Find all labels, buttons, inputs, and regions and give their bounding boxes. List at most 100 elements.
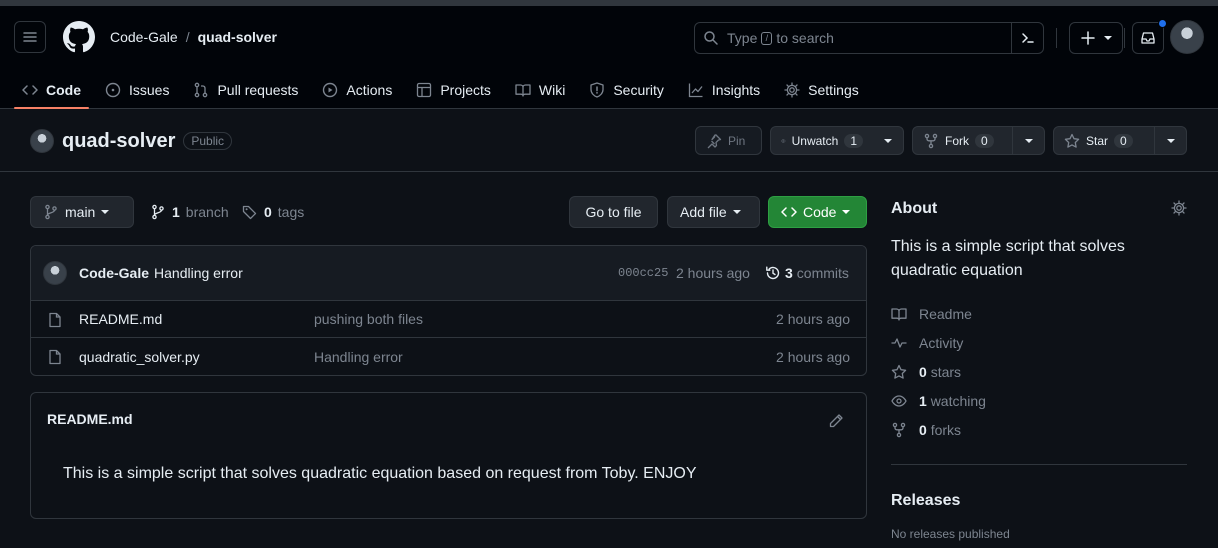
watch-dropdown[interactable] [873,127,903,154]
tab-wiki[interactable]: Wiki [507,70,573,109]
issue-icon [105,82,121,97]
pulse-icon [891,337,907,348]
about-sidebar: About This is a simple script that solve… [891,200,1187,541]
visibility-badge: Public [183,132,233,150]
activity-link[interactable]: Activity [891,328,1187,357]
pin-label: Pin [728,133,746,148]
tab-label: Projects [440,81,491,98]
fork-icon [892,422,906,437]
tab-label: Pull requests [217,81,299,98]
shield-icon [590,81,604,98]
tab-settings[interactable]: Settings [776,70,867,109]
breadcrumb-repo-link[interactable]: quad-solver [198,29,277,45]
tab-issues[interactable]: Issues [97,70,177,109]
star-count: 0 [1114,133,1133,148]
file-name[interactable]: README.md [79,311,162,327]
star-dropdown[interactable] [1154,127,1186,154]
stars-label: stars [930,363,962,380]
breadcrumb-owner-link[interactable]: Code-Gale [110,29,178,45]
file-name[interactable]: quadratic_solver.py [79,349,200,365]
commit-count: 3 [785,265,793,281]
stars-link[interactable]: 0 stars [891,357,1187,386]
repo-tabs: Code Issues Pull requests Actions Projec… [14,70,875,109]
pin-icon [707,133,722,148]
file-commit-message[interactable]: Handling error [314,349,403,365]
readme-panel: README.md This is a simple script that s… [30,392,867,519]
inbox-button[interactable] [1132,19,1167,54]
user-avatar[interactable] [1170,20,1204,54]
file-commit-time: 2 hours ago [776,348,850,365]
star-icon [1064,133,1080,148]
pin-button[interactable]: Pin [695,126,762,155]
tab-label: Settings [808,81,859,98]
watching-count: 1 [919,392,927,409]
commit-author-avatar[interactable] [43,261,67,285]
table-icon [417,82,432,97]
releases-title[interactable]: Releases [891,492,1187,510]
search-placeholder-prefix: Type [727,30,758,46]
commit-history-link[interactable]: 3 commits [765,265,849,281]
file-row[interactable]: quadratic_solver.py Handling error 2 hou… [31,338,866,375]
repo-name[interactable]: quad-solver [62,130,175,153]
tab-insights[interactable]: Insights [680,70,768,109]
watchers-link[interactable]: 1 watching [891,386,1187,415]
commit-message[interactable]: Handling error [154,265,243,281]
tab-label: Actions [346,81,393,98]
stars-count: 0 [919,363,927,380]
header-divider [1056,28,1057,48]
app-header: Code-Gale / quad-solver Type / to search [0,6,1218,109]
tab-label: Wiki [538,81,566,98]
code-icon [22,84,38,95]
notification-dot [1158,19,1167,28]
owner-avatar[interactable] [30,129,54,153]
readme-link-label: Readme [919,305,972,322]
code-button-label: Code [803,204,837,220]
caret-down-icon [884,138,892,143]
pencil-icon[interactable] [828,413,844,429]
tab-pull-requests[interactable]: Pull requests [185,70,306,109]
tab-code[interactable]: Code [14,70,89,109]
file-commit-time: 2 hours ago [776,311,850,327]
activity-link-label: Activity [919,334,964,351]
about-title: About [891,200,938,217]
go-to-file-label: Go to file [585,204,642,220]
gear-icon [784,81,800,98]
file-row[interactable]: README.md pushing both files 2 hours ago [31,301,866,338]
menu-button[interactable] [14,21,46,53]
commit-sha[interactable]: 000cc25 [618,266,668,280]
book-icon [515,83,531,97]
branch-selector[interactable]: main [30,196,134,228]
commit-author[interactable]: Code-Gale [79,265,149,281]
readme-title[interactable]: README.md [47,411,133,427]
readme-link[interactable]: Readme [891,299,1187,328]
breadcrumb-separator: / [185,29,190,45]
go-to-file-button[interactable]: Go to file [569,196,658,228]
tags-link[interactable]: 0 tags [242,204,304,220]
tab-security[interactable]: Security [581,70,672,109]
star-button[interactable]: Star 0 [1053,126,1187,155]
eye-icon [781,138,786,143]
repo-main: main 1 branch 0 tags Go to file Add file… [0,172,1218,542]
forks-link[interactable]: 0 forks [891,415,1187,444]
tag-count-label: tags [277,204,305,220]
releases-empty-text: No releases published [891,527,1010,541]
code-button[interactable]: Code [768,196,867,228]
add-file-button[interactable]: Add file [667,196,760,228]
hamburger-icon [23,32,37,42]
file-commit-message[interactable]: pushing both files [314,311,423,327]
terminal-icon [1021,33,1034,43]
tab-actions[interactable]: Actions [314,70,400,109]
branches-link[interactable]: 1 branch [150,204,229,220]
search-input[interactable]: Type / to search [694,22,1044,54]
tab-projects[interactable]: Projects [408,70,499,109]
gear-icon[interactable] [1171,200,1187,216]
fork-dropdown[interactable] [1012,127,1044,154]
fork-button[interactable]: Fork 0 [912,126,1045,155]
about-description: This is a simple script that solves quad… [891,238,1125,279]
caret-down-icon [101,210,110,214]
tag-icon [242,205,257,220]
github-logo-icon[interactable] [62,20,96,54]
command-palette-button[interactable] [1011,23,1043,53]
create-new-button[interactable] [1069,22,1123,54]
watch-button[interactable]: Unwatch 1 [770,126,904,155]
